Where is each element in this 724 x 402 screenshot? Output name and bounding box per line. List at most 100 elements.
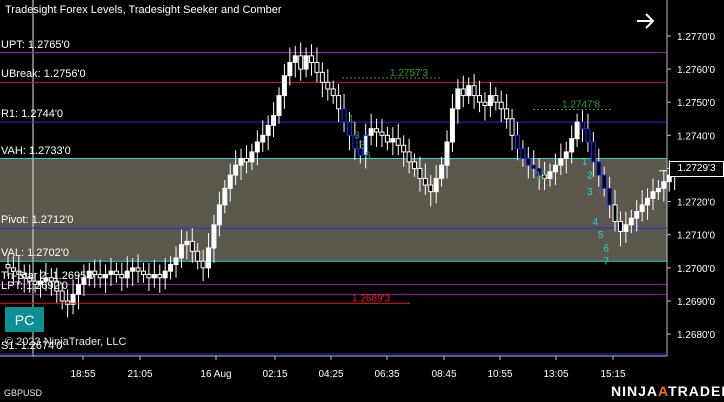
signal-count-label: 2 xyxy=(587,170,593,181)
candle-body xyxy=(460,88,466,97)
x-tick-label: 15:15 xyxy=(600,369,625,380)
candle-body xyxy=(243,158,249,163)
candle-body xyxy=(119,273,125,279)
candle-body xyxy=(520,148,526,160)
candle-body xyxy=(601,174,607,189)
candle-body xyxy=(552,164,558,173)
candle-body xyxy=(444,141,450,166)
candle-body xyxy=(498,101,504,110)
candle-body xyxy=(487,95,493,107)
candle-body xyxy=(97,273,103,279)
signal-count-label: 4 xyxy=(593,217,599,228)
candle-body xyxy=(596,161,602,176)
candle-body xyxy=(141,270,146,275)
candle-body xyxy=(135,267,141,272)
candle-body xyxy=(580,121,586,130)
candle-body xyxy=(216,204,222,226)
candle-body xyxy=(634,211,640,219)
candle-body xyxy=(585,128,591,143)
instrument-name: GBPUSD xyxy=(4,388,43,398)
candle-body xyxy=(206,247,212,269)
signal-count-label: 6 xyxy=(603,243,609,254)
signal-count-label: 7 xyxy=(603,257,609,268)
candle-body xyxy=(211,224,217,249)
price-annotation-label: 1.2757'3 xyxy=(390,68,428,79)
candle-body xyxy=(623,224,629,232)
candle-body xyxy=(401,144,407,153)
signal-count-label: 3 xyxy=(587,187,593,198)
x-tick-label: 06:35 xyxy=(374,369,399,380)
signal-count-label: 1 xyxy=(349,114,355,125)
level-label: LPT: 1.2692'0 xyxy=(1,280,68,293)
candle-body xyxy=(103,273,109,279)
candle-body xyxy=(292,55,298,63)
x-tick-label: 18:55 xyxy=(70,369,95,380)
candle-body xyxy=(374,128,380,133)
y-tick-label: 1.2770'0 xyxy=(677,32,715,43)
candle-body xyxy=(612,204,618,222)
level-label: R1: 1.2744'0 xyxy=(1,108,64,121)
y-tick-label: 1.2720'0 xyxy=(677,198,715,209)
candle-body xyxy=(233,164,239,176)
pc-button[interactable]: PC xyxy=(5,307,44,332)
candle-body xyxy=(525,158,531,166)
candle-body xyxy=(390,138,396,143)
candle-body xyxy=(455,88,461,110)
candle-body xyxy=(471,85,477,97)
candle-body xyxy=(108,270,114,275)
candle-body xyxy=(617,220,623,232)
candle-body xyxy=(287,61,293,77)
value-area-band xyxy=(0,158,667,262)
candle-body xyxy=(189,240,195,252)
level-label: VAH: 1.2733'0 xyxy=(1,144,71,157)
candle-body xyxy=(433,177,439,193)
candle-body xyxy=(482,101,488,107)
candle-body xyxy=(379,131,385,136)
arrow-right-icon[interactable] xyxy=(634,10,656,32)
candle-body xyxy=(173,257,179,266)
candle-body xyxy=(650,191,656,199)
x-tick-label: 10:55 xyxy=(487,369,512,380)
candle-body xyxy=(590,141,596,163)
x-tick-label: 02:15 xyxy=(262,369,287,380)
candle-body xyxy=(314,61,320,73)
candle-body xyxy=(368,128,374,136)
candle-body xyxy=(493,95,499,103)
candle-body xyxy=(238,158,244,166)
chart-title: Tradesight Forex Levels, Tradesight Seek… xyxy=(5,4,282,16)
candle-body xyxy=(336,95,342,110)
level-label: VAL: 1.2702'0 xyxy=(1,247,69,260)
candle-body xyxy=(628,217,634,226)
candle-body xyxy=(547,171,553,179)
copyright-text: © 2023 NinjaTrader, LLC xyxy=(5,336,127,348)
candle-body xyxy=(157,273,163,279)
candle-body xyxy=(303,55,309,70)
candle-body xyxy=(265,124,271,136)
candle-body xyxy=(113,270,119,275)
y-tick-label: 1.2690'0 xyxy=(677,297,715,308)
candle-body xyxy=(254,141,260,153)
candle-body xyxy=(509,118,515,136)
candle-body xyxy=(639,204,645,213)
signal-count-label: 6 xyxy=(365,151,371,162)
candle-body xyxy=(276,95,282,116)
candle-body xyxy=(271,114,277,126)
current-price-tag: 1.2729'3 xyxy=(669,161,724,177)
candle-body xyxy=(5,264,11,269)
candle-body xyxy=(146,273,152,279)
x-tick-label: 04:25 xyxy=(318,369,343,380)
candle-body xyxy=(200,260,206,269)
candle-body xyxy=(661,181,667,189)
candle-body xyxy=(168,264,174,272)
candle-body xyxy=(124,270,130,279)
candle-body xyxy=(384,134,390,143)
x-tick-label: 08:45 xyxy=(431,369,456,380)
signal-count-label: 13 xyxy=(536,170,548,181)
candle-body xyxy=(309,55,315,63)
price-annotation-label: 1.2689'3 xyxy=(352,293,390,304)
candle-body xyxy=(325,81,331,90)
candle-body xyxy=(439,164,445,179)
candle-body xyxy=(341,108,347,123)
candle-body xyxy=(249,151,255,163)
x-tick-label: 21:05 xyxy=(127,369,152,380)
